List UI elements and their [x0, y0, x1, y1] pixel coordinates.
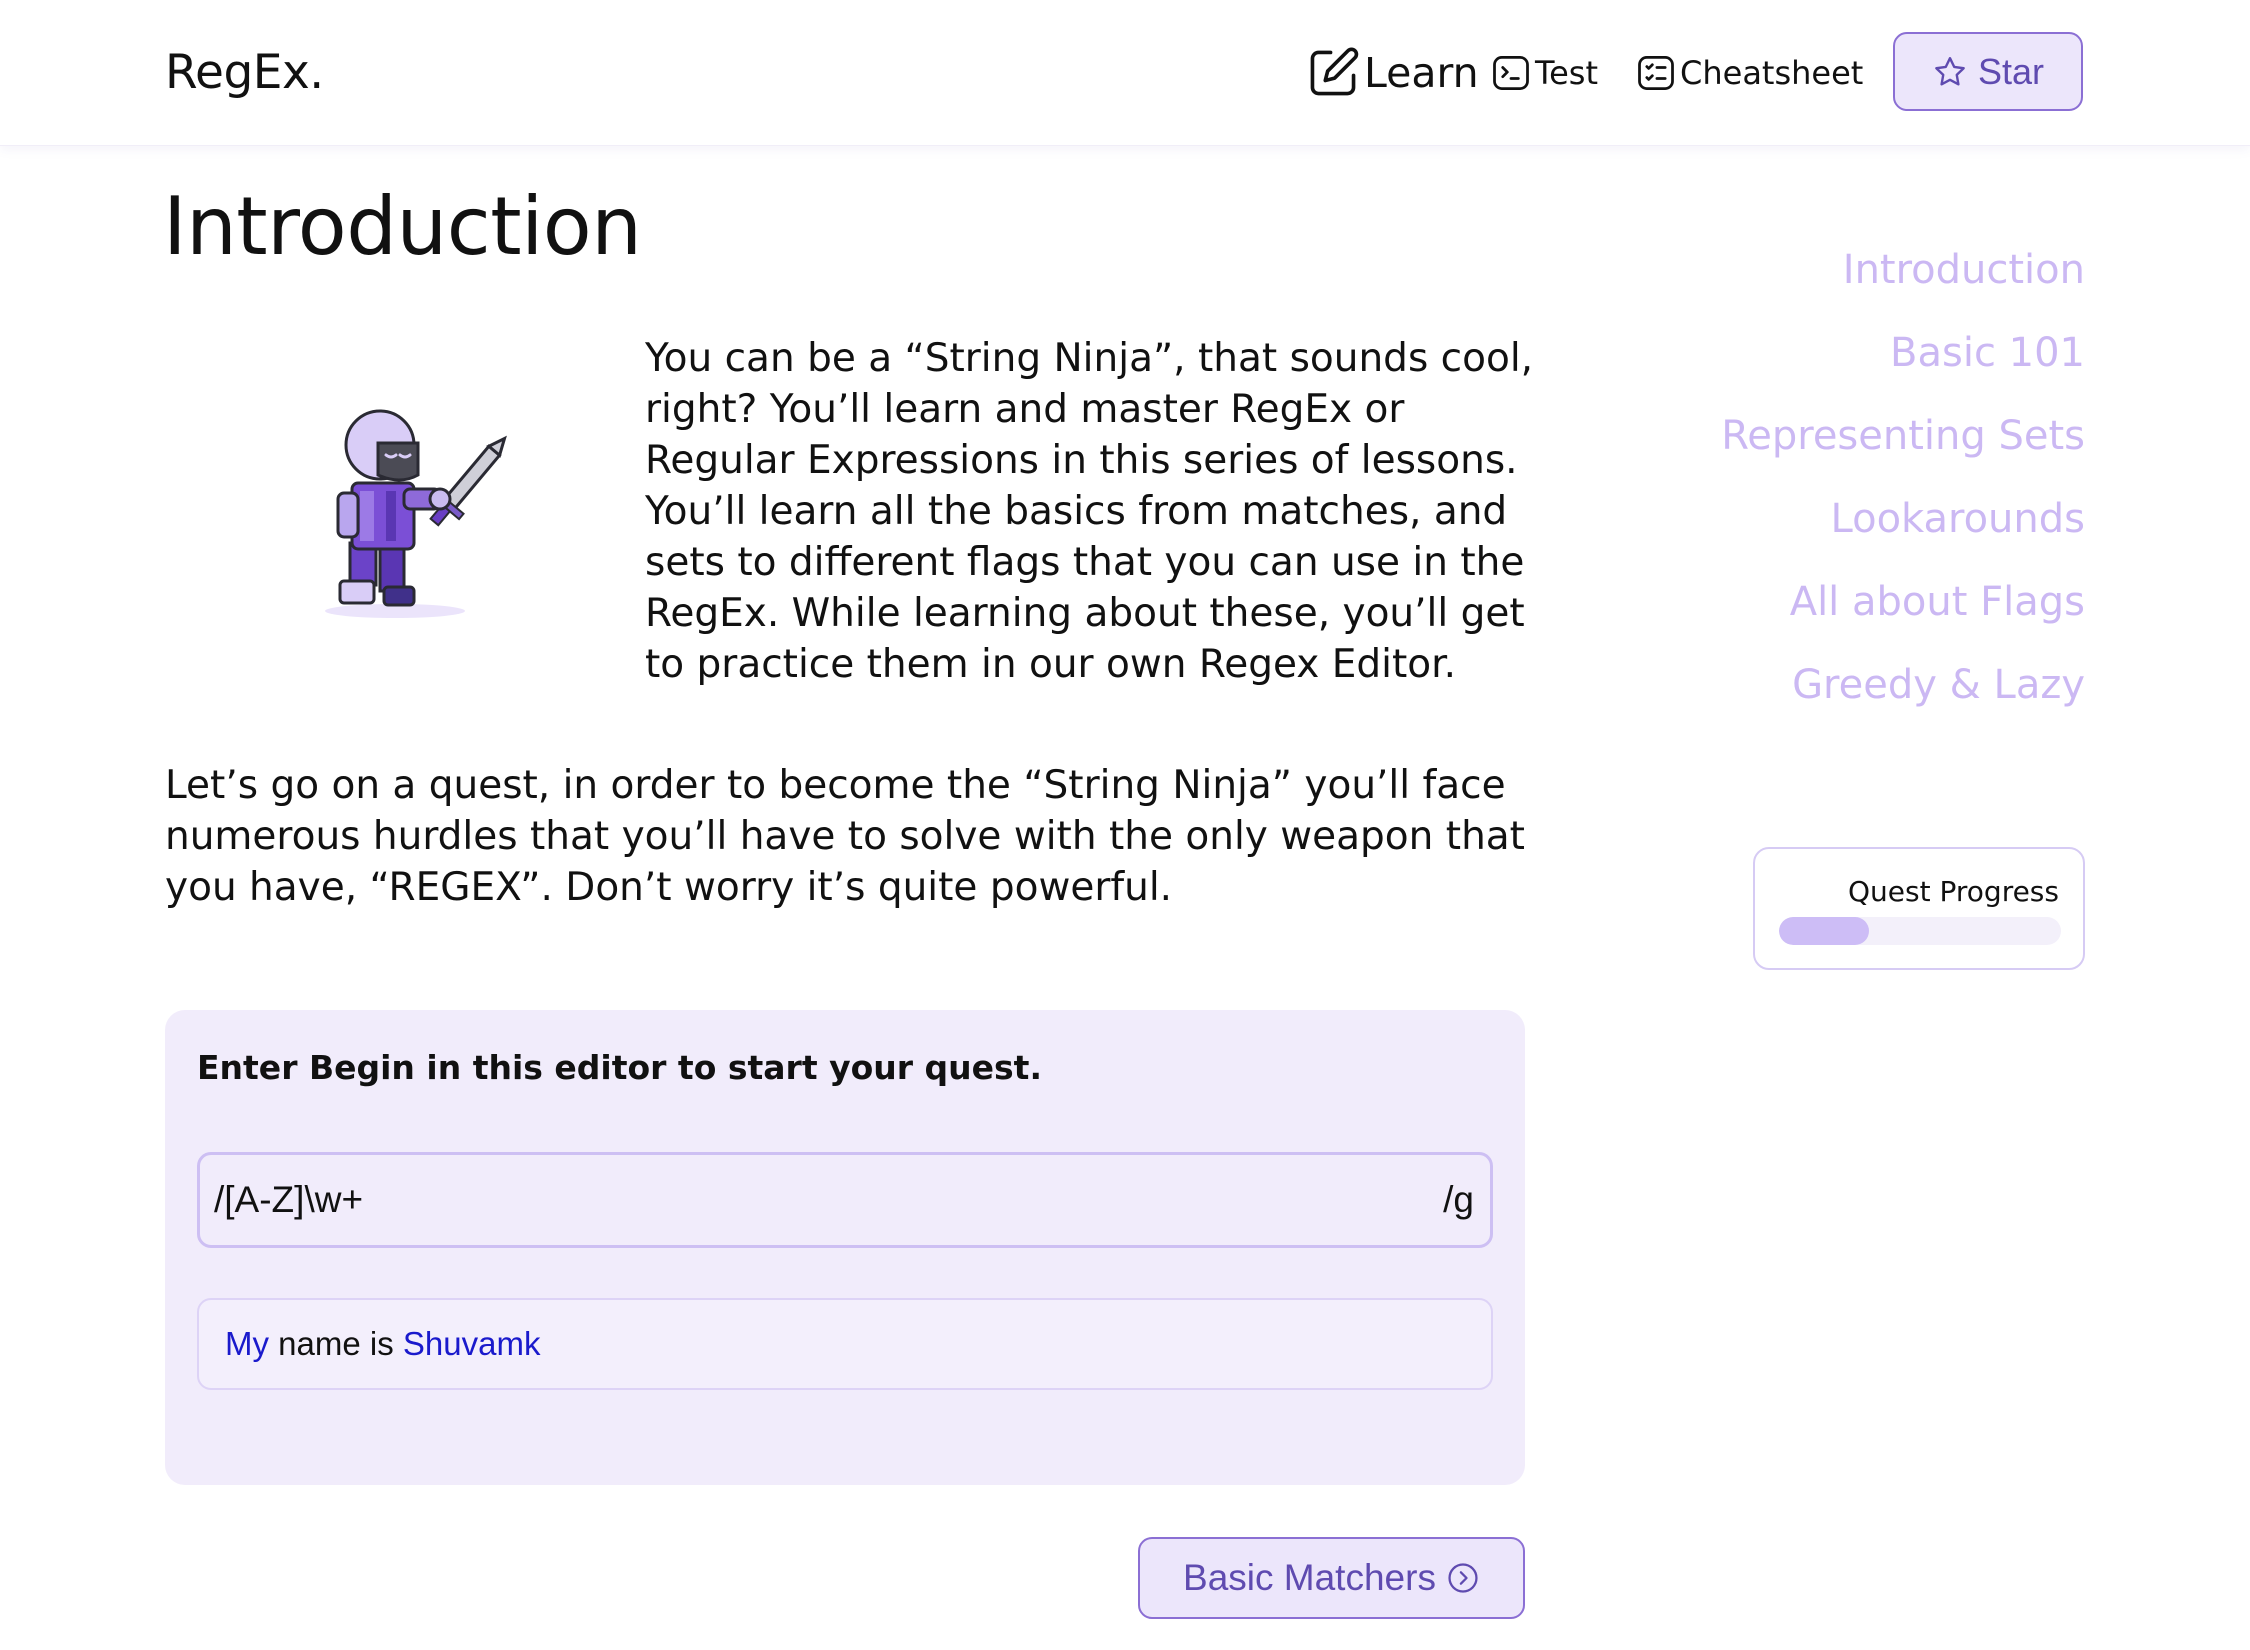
nav-cheatsheet-label: Cheatsheet: [1680, 53, 1864, 92]
match-highlight: Shuvamk: [402, 1325, 541, 1362]
page-title: Introduction: [163, 180, 642, 273]
nav-cheatsheet[interactable]: Cheatsheet: [1634, 0, 1863, 145]
brand-logo[interactable]: RegEx.: [165, 45, 324, 100]
regex-flag: /g: [1443, 1179, 1474, 1220]
ninja-illustration: [325, 409, 507, 618]
regex-input[interactable]: [200, 1154, 1444, 1246]
quest-progress-card: Quest Progress: [1753, 847, 2085, 970]
pencil-square-icon: [1310, 47, 1359, 95]
nav-learn-label: Learn: [1364, 48, 1479, 97]
terminal-icon: [1493, 55, 1529, 90]
match-highlight: My: [225, 1325, 269, 1362]
table-of-contents: Introduction Basic 101 Representing Sets…: [1600, 250, 2085, 748]
editor-prompt: Enter Begin in this editor to start your…: [197, 1048, 1042, 1087]
quest-paragraph: Let’s go on a quest, in order to become …: [165, 763, 1525, 910]
star-button-label: Star: [1977, 50, 2045, 92]
regex-input-container: /g: [197, 1152, 1493, 1248]
progress-track: [1779, 917, 2061, 945]
nav-learn[interactable]: Learn: [1304, 0, 1479, 145]
star-icon: [1935, 56, 1965, 85]
toc-item[interactable]: Lookarounds: [1600, 499, 2085, 582]
progress-fill: [1779, 917, 1870, 945]
top-header: RegEx. Learn Test Cheatsheet Star: [0, 0, 2250, 146]
regex-editor-card: Enter Begin in this editor to start your…: [165, 1010, 1525, 1485]
chevron-right-circle-icon: [1448, 1563, 1478, 1593]
nav-test[interactable]: Test: [1489, 0, 1598, 145]
next-lesson-button[interactable]: Basic Matchers: [1138, 1537, 1525, 1619]
progress-label: Quest Progress: [1848, 875, 2059, 908]
toc-item[interactable]: Introduction: [1600, 250, 2085, 333]
toc-item[interactable]: All about Flags: [1600, 582, 2085, 665]
nav-test-label: Test: [1535, 53, 1599, 92]
star-button[interactable]: Star: [1893, 32, 2083, 111]
test-string-output[interactable]: My name is Shuvamk: [197, 1298, 1493, 1390]
toc-item[interactable]: Greedy & Lazy: [1600, 665, 2085, 748]
checklist-icon: [1638, 55, 1674, 90]
test-string-text: name is: [269, 1325, 403, 1362]
next-lesson-label: Basic Matchers: [1183, 1557, 1436, 1598]
toc-item[interactable]: Basic 101: [1600, 333, 2085, 416]
toc-item[interactable]: Representing Sets: [1600, 416, 2085, 499]
intro-paragraph: You can be a “String Ninja”, that sounds…: [645, 336, 1534, 687]
